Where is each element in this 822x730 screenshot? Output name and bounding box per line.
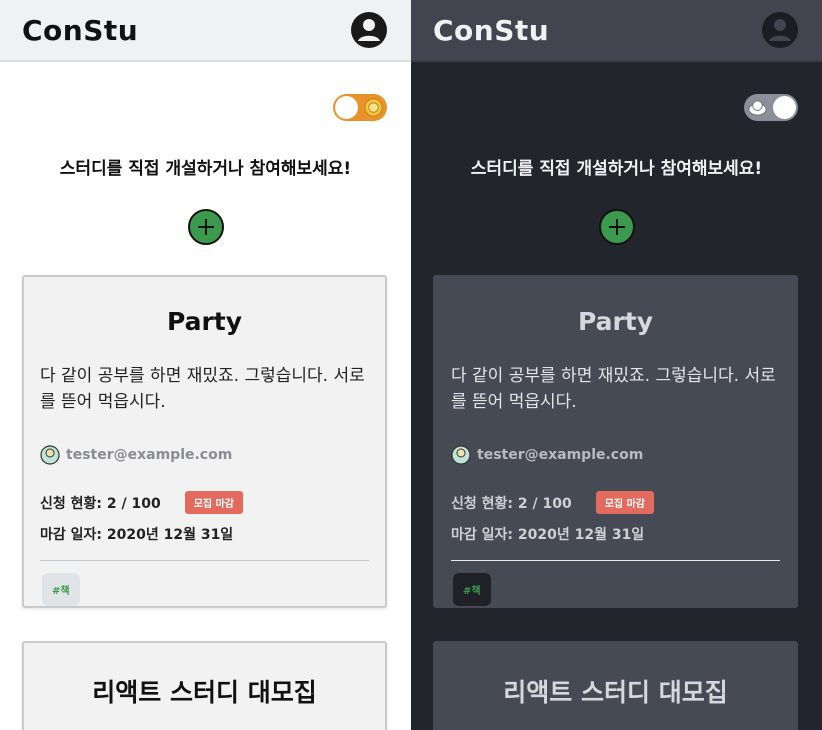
profile-button[interactable] (351, 12, 387, 48)
light-theme-panel: ConStu 스터디를 직접 개설하거나 참여해보세요! Party 다 같이 … (0, 0, 411, 730)
moon-cloud-icon (748, 100, 767, 116)
study-status: 신청 현황: 2 / 100 모집 마감 (40, 491, 369, 514)
status-badge: 모집 마감 (184, 491, 243, 514)
sun-icon (364, 98, 383, 117)
cta-text: 스터디를 직접 개설하거나 참여해보세요! (470, 159, 763, 179)
avatar-icon (451, 445, 471, 465)
study-title[interactable]: 리액트 스터디 대모집 (435, 673, 796, 709)
study-deadline: 마감 일자: 2020년 12월 31일 (451, 527, 645, 543)
toggle-knob (335, 96, 358, 119)
app-header: ConStu (411, 0, 822, 62)
study-author: tester@example.com (40, 445, 369, 465)
study-tag[interactable]: #책 (42, 573, 80, 606)
user-circle-icon (358, 19, 380, 41)
profile-button[interactable] (762, 12, 798, 48)
study-card[interactable]: 리액트 스터디 대모집 (22, 641, 387, 730)
toggle-knob (773, 96, 796, 119)
study-title[interactable]: Party (435, 307, 796, 336)
study-card[interactable]: 리액트 스터디 대모집 (433, 641, 798, 730)
card-divider (40, 560, 369, 561)
study-title[interactable]: 리액트 스터디 대모집 (24, 673, 385, 709)
study-status: 신청 현황: 2 / 100 모집 마감 (451, 491, 780, 514)
add-study-button[interactable] (598, 209, 635, 245)
theme-toggle[interactable] (333, 94, 387, 121)
author-email: tester@example.com (66, 447, 233, 463)
study-tag[interactable]: #책 (453, 573, 491, 606)
applicants-count: 신청 현황: 2 / 100 (40, 495, 161, 512)
study-card[interactable]: Party 다 같이 공부를 하면 재밌죠. 그렇습니다. 서로를 뜯어 먹읍시… (22, 275, 387, 608)
theme-toggle-row (411, 62, 822, 121)
theme-toggle-row (0, 62, 411, 121)
dark-theme-panel: ConStu 스터디를 직접 개설하거나 참여해보세요! Party 다 같이 … (411, 0, 822, 730)
study-description: 다 같이 공부를 하면 재밌죠. 그렇습니다. 서로를 뜯어 먹읍시다. (451, 366, 776, 412)
theme-toggle[interactable] (744, 94, 798, 121)
app-logo[interactable]: ConStu (433, 14, 549, 47)
add-study-button[interactable] (187, 209, 224, 245)
avatar-icon (40, 445, 60, 465)
applicants-count: 신청 현황: 2 / 100 (451, 495, 572, 512)
status-badge: 모집 마감 (595, 491, 654, 514)
study-title[interactable]: Party (24, 307, 385, 336)
study-deadline: 마감 일자: 2020년 12월 31일 (40, 527, 234, 543)
study-card[interactable]: Party 다 같이 공부를 하면 재밌죠. 그렇습니다. 서로를 뜯어 먹읍시… (433, 275, 798, 608)
user-circle-icon (769, 19, 791, 41)
cta-text: 스터디를 직접 개설하거나 참여해보세요! (59, 159, 352, 179)
app-header: ConStu (0, 0, 411, 62)
study-description: 다 같이 공부를 하면 재밌죠. 그렇습니다. 서로를 뜯어 먹읍시다. (40, 366, 365, 412)
study-author: tester@example.com (451, 445, 780, 465)
app-logo[interactable]: ConStu (22, 14, 138, 47)
card-divider (451, 560, 780, 561)
author-email: tester@example.com (477, 447, 644, 463)
